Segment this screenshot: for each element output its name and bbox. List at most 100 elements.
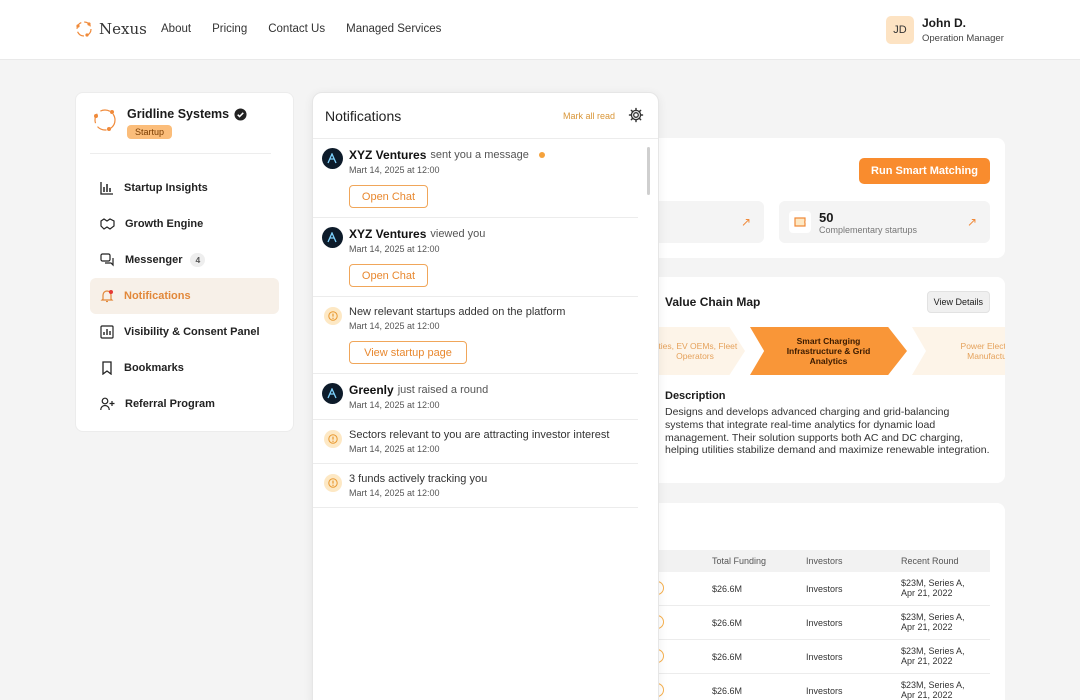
company-type-badge: Startup [127, 125, 173, 139]
main-nav: About Pricing Contact Us Managed Service… [161, 23, 441, 35]
investors: Investors [806, 686, 843, 696]
investors: Investors [806, 584, 843, 594]
arrow-up-right-icon: ↗ [740, 215, 751, 229]
notification-date: Mart 14, 2025 at 12:00 [349, 244, 440, 254]
sidebar-item-label: Startup Insights [124, 182, 208, 194]
sidebar-item-bookmarks[interactable]: Bookmarks [90, 350, 279, 386]
value-chain-step-active[interactable]: Smart Charging Infrastructure & Grid Ana… [750, 327, 907, 375]
table-row[interactable]: $26.6M Investors $23M, Series A, Apr 21,… [630, 572, 990, 606]
notifications-panel: Notifications Mark all read XYZ Ventures… [312, 92, 659, 700]
sidebar-item-visibility-consent[interactable]: Visibility & Consent Panel [90, 314, 279, 350]
step-label: Power Electro Manufactu [960, 341, 1005, 361]
notification-text: 3 funds actively tracking you [349, 473, 488, 485]
value-chain-step[interactable]: Power Electro Manufactu [912, 327, 1005, 375]
notification-date: Mart 14, 2025 at 12:00 [349, 400, 440, 410]
smart-matching-card: Run Smart Matching ↗ 50 Complementary st… [630, 138, 1005, 258]
column-header: Total Funding [712, 556, 767, 566]
notifications-header: Notifications Mark all read [313, 93, 658, 139]
nav-pricing[interactable]: Pricing [212, 23, 247, 35]
notification-actor: XYZ Ventures [349, 227, 427, 241]
open-chat-button[interactable]: Open Chat [349, 264, 428, 287]
recent-round: $23M, Series A, Apr 21, 2022 [901, 612, 965, 632]
user-role: Operation Manager [922, 33, 1004, 44]
company-logo-icon [94, 109, 116, 131]
open-chat-button[interactable]: Open Chat [349, 185, 428, 208]
notification-item[interactable]: XYZ Ventures viewed you Mart 14, 2025 at … [313, 218, 638, 297]
user-menu[interactable]: JD John D. Operation Manager [886, 16, 1004, 44]
table-row[interactable]: $26.6M Investors $23M, Series A, Apr 21,… [630, 606, 990, 640]
sidebar-item-messenger[interactable]: Messenger 4 [90, 242, 279, 278]
sidebar-item-referral-program[interactable]: Referral Program [90, 386, 279, 422]
sidebar-item-label: Growth Engine [125, 218, 204, 230]
notification-date: Mart 14, 2025 at 12:00 [349, 444, 440, 454]
run-smart-matching-button[interactable]: Run Smart Matching [859, 158, 990, 184]
bell-icon [100, 290, 114, 303]
sidebar-item-label: Notifications [124, 290, 191, 302]
notification-item[interactable]: Sectors relevant to you are attracting i… [313, 420, 638, 464]
value-chain-title: Value Chain Map [665, 295, 761, 309]
notification-text: sent you a message [430, 149, 529, 161]
notifications-title: Notifications [325, 108, 402, 124]
total-funding: $26.6M [712, 652, 743, 662]
nav-managed-services[interactable]: Managed Services [346, 23, 441, 35]
total-funding: $26.6M [712, 584, 743, 594]
sidebar: Gridline Systems Startup Startup Insight… [75, 92, 294, 432]
step-label: ilities, EV OEMs, Fleet Operators [652, 341, 738, 361]
top-bar: Nexus About Pricing Contact Us Managed S… [0, 0, 1080, 60]
sidebar-item-label: Bookmarks [124, 362, 184, 374]
sidebar-item-growth-engine[interactable]: Growth Engine [90, 206, 279, 242]
nexus-logo-icon [76, 21, 92, 37]
table-header: Total Funding Investors Recent Round [630, 550, 990, 572]
view-startup-page-button[interactable]: View startup page [349, 341, 467, 364]
scrollbar[interactable] [647, 147, 650, 195]
divider [90, 153, 271, 154]
notification-item[interactable]: New relevant startups added on the platf… [313, 297, 638, 374]
notification-actor: XYZ Ventures [349, 148, 427, 162]
notification-date: Mart 14, 2025 at 12:00 [349, 488, 440, 498]
gear-icon[interactable] [628, 107, 644, 123]
avatar [322, 227, 343, 248]
sidebar-item-startup-insights[interactable]: Startup Insights [90, 170, 279, 206]
nav-about[interactable]: About [161, 23, 191, 35]
info-icon [324, 474, 342, 492]
view-details-button[interactable]: View Details [926, 291, 990, 313]
brand-logo[interactable]: Nexus [75, 20, 147, 38]
user-name: John D. [922, 16, 966, 30]
table-row[interactable]: $26.6M Investors $23M, Series A, Apr 21,… [630, 640, 990, 674]
bar-chart-icon [100, 182, 113, 195]
notification-date: Mart 14, 2025 at 12:00 [349, 321, 440, 331]
dashboard-icon [100, 325, 114, 339]
stat-label: Complementary startups [819, 225, 918, 235]
funding-table-card: Total Funding Investors Recent Round $26… [630, 503, 1005, 700]
sidebar-item-notifications[interactable]: Notifications [90, 278, 279, 314]
notification-actor: Greenly [349, 383, 394, 397]
notification-item[interactable]: 3 funds actively tracking you Mart 14, 2… [313, 464, 638, 508]
info-icon [324, 430, 342, 448]
notification-item[interactable]: XYZ Ventures sent you a message Mart 14, … [313, 139, 638, 218]
notification-item[interactable]: Greenly just raised a round Mart 14, 2025… [313, 374, 638, 420]
notification-date: Mart 14, 2025 at 12:00 [349, 165, 440, 175]
recent-round: $23M, Series A, Apr 21, 2022 [901, 646, 965, 666]
column-header: Investors [806, 556, 843, 566]
complementary-startups-stat[interactable]: 50 Complementary startups ↗ [779, 201, 990, 243]
company-name: Gridline Systems [127, 107, 230, 121]
avatar: JD [886, 16, 914, 44]
mark-all-read-link[interactable]: Mark all read [563, 111, 615, 121]
description-title: Description [665, 390, 726, 402]
notification-text: just raised a round [397, 384, 489, 396]
total-funding: $26.6M [712, 686, 743, 696]
sidebar-menu: Startup Insights Growth Engine Messenger… [90, 170, 279, 422]
bookmark-icon [102, 361, 112, 375]
sidebar-item-label: Visibility & Consent Panel [124, 326, 260, 338]
nav-contact-us[interactable]: Contact Us [268, 23, 325, 35]
avatar [322, 148, 343, 169]
puzzle-icon [789, 211, 811, 233]
table-row[interactable]: $26.6M Investors $23M, Series A, Apr 21,… [630, 674, 990, 700]
avatar [322, 383, 343, 404]
add-user-icon [100, 397, 115, 411]
notification-text: Sectors relevant to you are attracting i… [349, 429, 610, 441]
investors: Investors [806, 618, 843, 628]
brand-name: Nexus [99, 20, 147, 38]
notification-text: New relevant startups added on the platf… [349, 306, 566, 318]
handshake-icon [100, 218, 115, 230]
